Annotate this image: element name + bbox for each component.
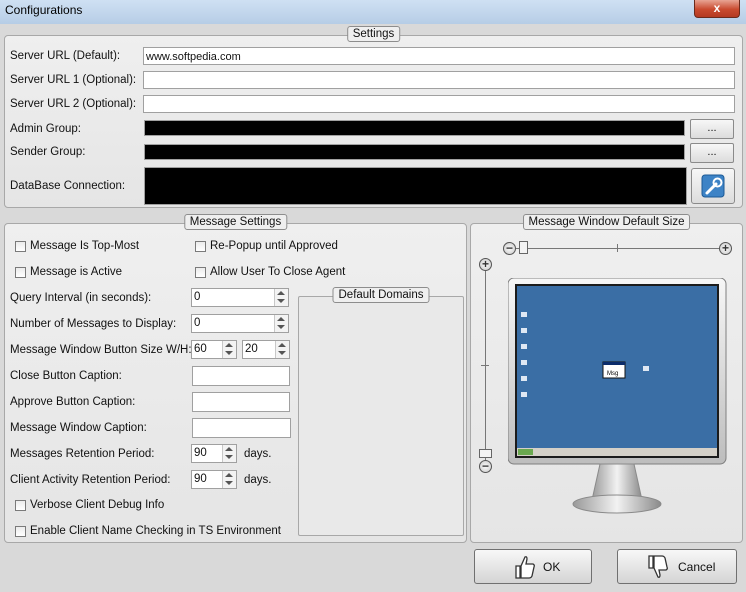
server-url-2-label: Server URL 2 (Optional): — [10, 98, 137, 110]
spinner-up-icon[interactable] — [277, 317, 285, 321]
thumbs-down-icon — [648, 555, 668, 578]
database-config-button[interactable] — [691, 168, 735, 204]
top-most-label: Message Is Top-Most — [30, 240, 140, 252]
retention-label: Messages Retention Period: — [10, 448, 155, 460]
button-width-spinner[interactable]: 60 — [191, 340, 237, 359]
allow-close-checkbox[interactable] — [195, 267, 206, 278]
message-preview-label: Msg — [607, 371, 618, 377]
cancel-label: Cancel — [678, 560, 716, 574]
sender-group-field[interactable] — [144, 144, 685, 160]
verbose-checkbox[interactable] — [15, 500, 26, 511]
is-active-label: Message is Active — [30, 266, 123, 278]
monitor-preview: Msg — [508, 278, 727, 514]
spinner-down-icon[interactable] — [225, 351, 233, 355]
approve-caption-label: Approve Button Caption: — [10, 396, 136, 408]
approve-caption-input[interactable] — [192, 392, 290, 412]
num-messages-label: Number of Messages to Display: — [10, 318, 177, 330]
wrench-icon — [701, 174, 725, 198]
num-messages-spinner[interactable]: 0 — [191, 314, 289, 333]
allow-close-label: Allow User To Close Agent — [210, 266, 346, 278]
default-domains-title: Default Domains — [332, 287, 430, 303]
button-size-label: Message Window Button Size W/H: — [10, 344, 192, 356]
message-settings-title: Message Settings — [183, 214, 288, 230]
window-size-group: Message Window Default Size − + + − Msg — [470, 214, 743, 543]
dialog-client-area: Settings Server URL (Default): www.softp… — [0, 24, 746, 592]
query-interval-spinner[interactable]: 0 — [191, 288, 289, 307]
client-retention-unit: days. — [244, 474, 272, 486]
server-url-1-input[interactable] — [143, 71, 735, 89]
spinner-down-icon[interactable] — [278, 351, 286, 355]
cancel-button[interactable]: Cancel — [617, 549, 737, 584]
sender-group-browse-button[interactable]: ... — [690, 143, 734, 163]
button-width-value: 60 — [194, 343, 207, 355]
server-url-1-label: Server URL 1 (Optional): — [10, 74, 137, 86]
sender-group-label: Sender Group: — [10, 146, 86, 158]
spinner-down-icon[interactable] — [225, 481, 233, 485]
height-increase-button[interactable]: + — [479, 258, 492, 271]
admin-group-field[interactable] — [144, 120, 685, 136]
message-settings-group: Message Settings Message Is Top-Most Re-… — [4, 214, 467, 543]
spinner-down-icon[interactable] — [277, 325, 285, 329]
close-button[interactable]: x — [694, 0, 740, 18]
height-slider-thumb[interactable] — [479, 449, 492, 458]
top-most-checkbox[interactable] — [15, 241, 26, 252]
close-caption-input[interactable] — [192, 366, 290, 386]
name-check-checkbox[interactable] — [15, 526, 26, 537]
client-retention-value: 90 — [194, 473, 207, 485]
name-check-label: Enable Client Name Checking in TS Enviro… — [30, 525, 281, 537]
spinner-up-icon[interactable] — [277, 291, 285, 295]
window-size-title: Message Window Default Size — [522, 214, 691, 230]
retention-unit: days. — [244, 448, 272, 460]
query-interval-label: Query Interval (in seconds): — [10, 292, 152, 304]
height-decrease-button[interactable]: − — [479, 460, 492, 473]
spinner-up-icon[interactable] — [225, 343, 233, 347]
window-caption-label: Message Window Caption: — [10, 422, 147, 434]
thumbs-up-icon — [515, 556, 535, 579]
client-retention-spinner[interactable]: 90 — [191, 470, 237, 489]
database-connection-label: DataBase Connection: — [10, 180, 126, 192]
spinner-up-icon[interactable] — [225, 473, 233, 477]
is-active-checkbox[interactable] — [15, 267, 26, 278]
height-slider-tick — [481, 365, 489, 366]
spinner-up-icon[interactable] — [225, 447, 233, 451]
button-height-value: 20 — [245, 343, 258, 355]
verbose-label: Verbose Client Debug Info — [30, 499, 165, 511]
server-url-default-label: Server URL (Default): — [10, 50, 121, 62]
ok-label: OK — [543, 560, 561, 574]
settings-group: Settings Server URL (Default): www.softp… — [4, 26, 743, 208]
close-caption-label: Close Button Caption: — [10, 370, 122, 382]
settings-group-title: Settings — [346, 26, 401, 42]
num-messages-value: 0 — [194, 317, 201, 329]
button-height-spinner[interactable]: 20 — [242, 340, 290, 359]
admin-group-label: Admin Group: — [10, 123, 81, 135]
retention-value: 90 — [194, 447, 207, 459]
width-slider-tick — [617, 244, 618, 252]
admin-group-browse-button[interactable]: ... — [690, 119, 734, 139]
client-retention-label: Client Activity Retention Period: — [10, 474, 171, 486]
retention-spinner[interactable]: 90 — [191, 444, 237, 463]
re-popup-checkbox[interactable] — [195, 241, 206, 252]
query-interval-value: 0 — [194, 291, 201, 303]
title-bar: Configurations x — [0, 0, 746, 25]
spinner-down-icon[interactable] — [225, 455, 233, 459]
width-decrease-button[interactable]: − — [503, 242, 516, 255]
spinner-up-icon[interactable] — [278, 343, 286, 347]
width-increase-button[interactable]: + — [719, 242, 732, 255]
window-title: Configurations — [5, 3, 83, 17]
server-url-2-input[interactable] — [143, 95, 735, 113]
window-caption-input[interactable] — [192, 418, 291, 438]
width-slider-thumb[interactable] — [519, 241, 528, 254]
spinner-down-icon[interactable] — [277, 299, 285, 303]
server-url-default-input[interactable]: www.softpedia.com — [143, 47, 735, 65]
ok-button[interactable]: OK — [474, 549, 592, 584]
database-connection-field[interactable] — [144, 167, 687, 205]
default-domains-box[interactable]: Default Domains — [298, 287, 464, 536]
re-popup-label: Re-Popup until Approved — [210, 240, 338, 252]
